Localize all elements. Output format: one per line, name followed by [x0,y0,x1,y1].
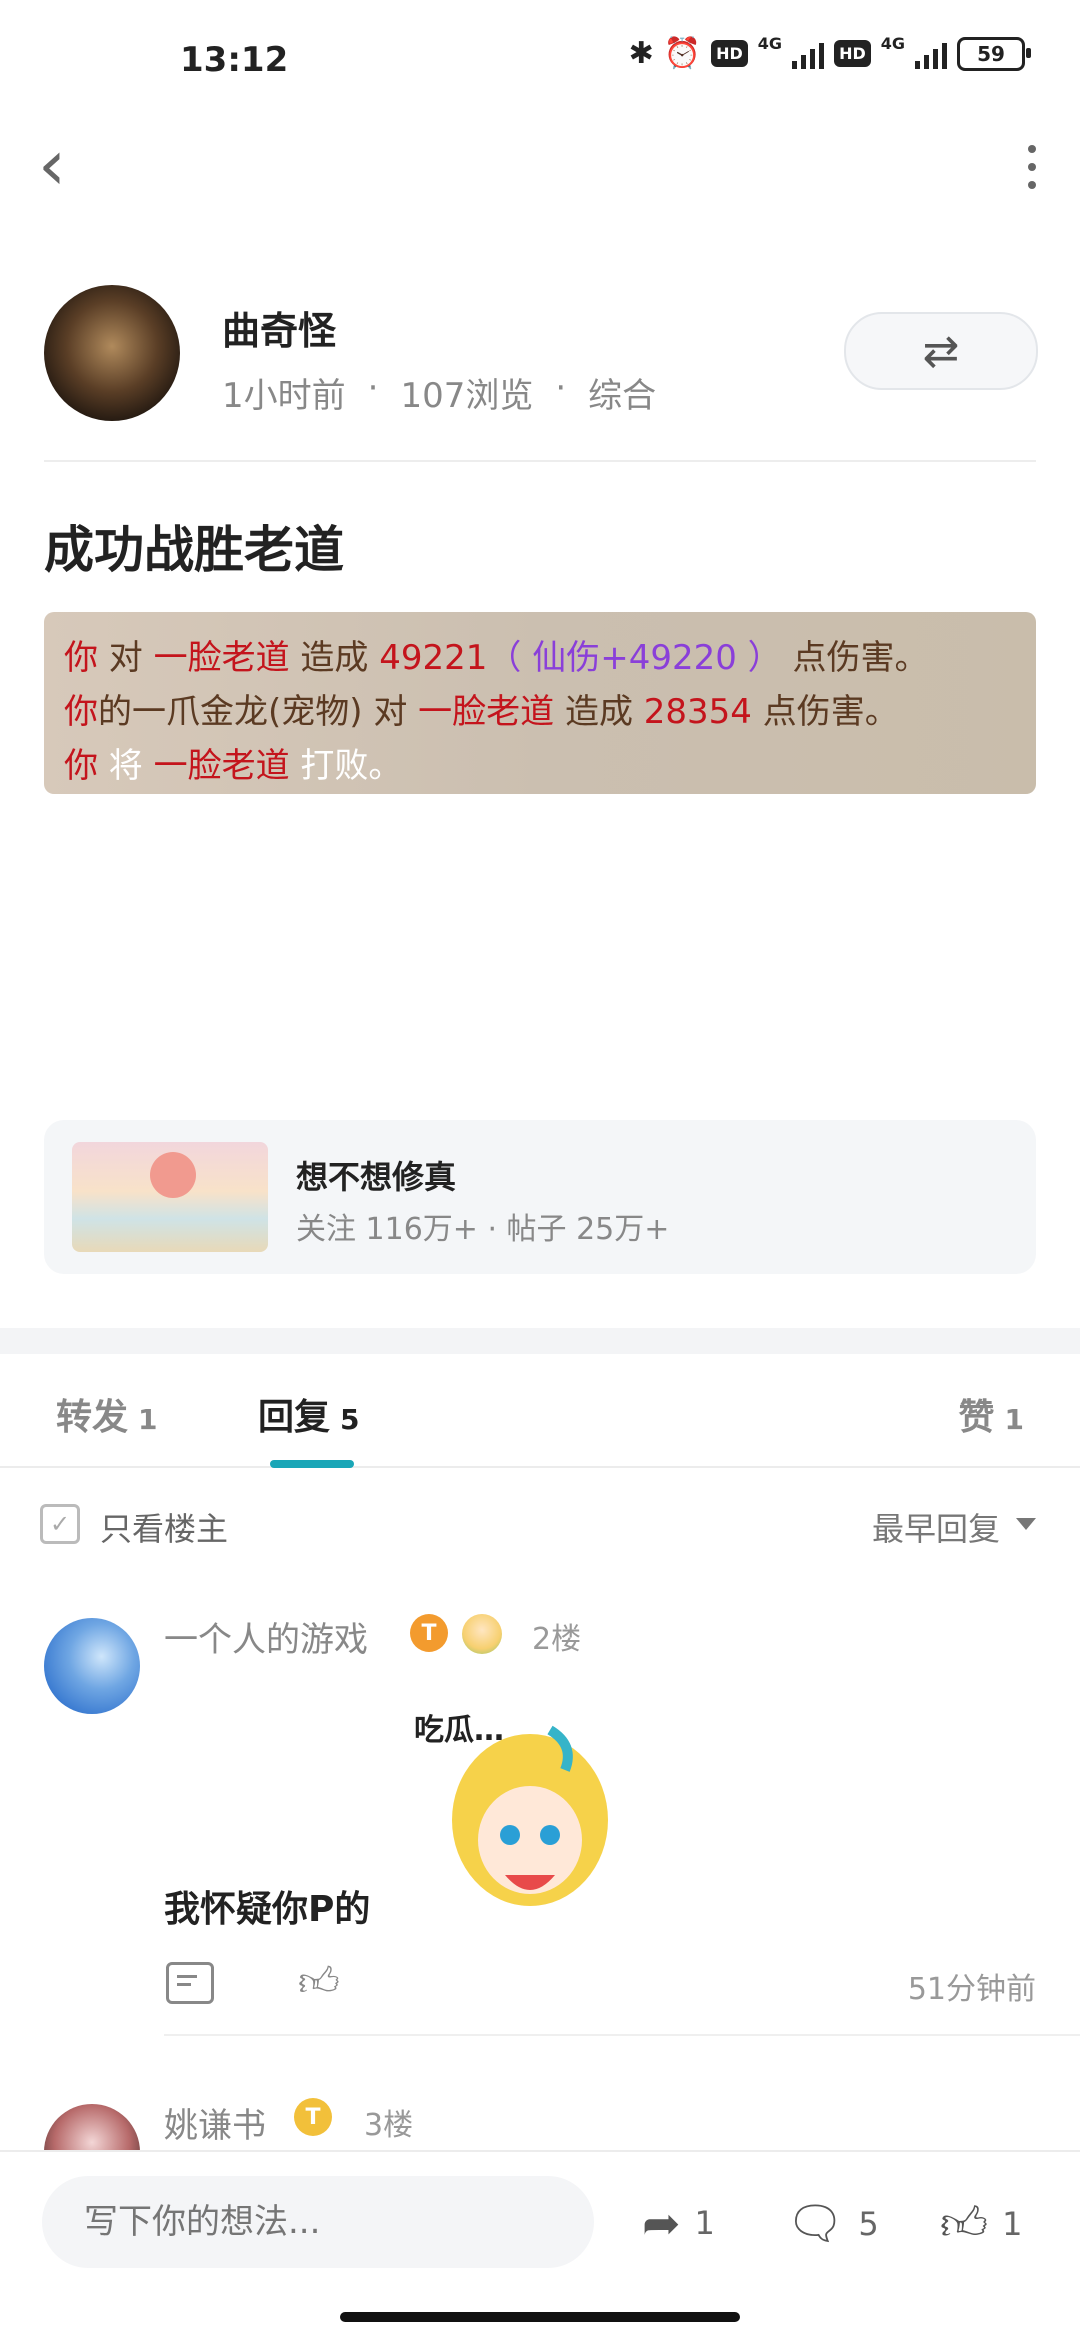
chevron-down-icon[interactable] [1016,1518,1036,1530]
game-log-line: 你 将 一脸老道 打败。 [64,746,403,786]
section-separator [0,1328,1080,1354]
swap-icon: ⇄ [922,325,960,377]
battery-icon: 59 [957,36,1031,71]
floor-number: 3楼 [364,2108,414,2143]
game-log-line: 你 对 一脸老道 造成 49221（ 仙伤+49220 ） 点伤害。 [64,638,929,678]
share-button[interactable]: ➦ 1 [642,2196,715,2250]
tab-likes[interactable]: 赞1 [959,1388,1025,1440]
divider [44,460,1036,462]
bluetooth-icon: ✱ [628,36,654,71]
switch-button[interactable]: ⇄ [844,312,1038,390]
comment-time: 51分钟前 [907,1972,1036,2007]
tab-repost[interactable]: 转发 1 [56,1388,158,1440]
topic-name: 想不想修真 [296,1158,457,1196]
tab-replies[interactable]: 回复 5 [258,1388,360,1440]
hd-badge: HD [834,40,871,67]
game-log-line: 你的一爪金龙(宠物) 对 一脸老道 造成 28354 点伤害。 [64,692,899,732]
signal-icon [792,39,825,69]
divider [164,2034,1080,2036]
divider [0,1466,1080,1468]
home-indicator[interactable] [340,2312,740,2322]
topic-stats: 关注 116万+ · 帖子 25万+ [296,1212,670,1247]
thumbs-up-icon: 👍︎ [940,2196,989,2250]
commenter-avatar[interactable] [44,1618,140,1714]
reply-icon[interactable] [166,1962,214,2004]
topic-card[interactable]: 想不想修真 关注 116万+ · 帖子 25万+ [44,1120,1036,1274]
share-icon: ➦ [642,2196,681,2250]
post-views: 107浏览 [400,376,534,416]
post-time: 1小时前 [222,376,346,416]
comment-text: 我怀疑你P的 [164,1889,371,1930]
author-avatar[interactable] [44,285,180,421]
tab-indicator [270,1460,354,1468]
network-label: 4G [880,34,905,53]
like-button[interactable]: 👍︎ 1 [940,2196,1022,2252]
network-label: 4G [757,34,783,53]
sticker-text: 吃瓜… [414,1713,504,1748]
post-category[interactable]: 综合 [588,368,656,417]
status-icons: ✱ ⏰ HD 4G HD 4G 59 [628,34,1031,71]
floor-number: 2楼 [532,1622,582,1657]
commenter-name[interactable]: 一个人的游戏 [164,1612,368,1661]
back-icon[interactable]: ‹ [38,130,66,200]
status-time: 13:12 [180,40,289,80]
topic-thumbnail [72,1142,268,1252]
more-icon[interactable] [1026,145,1038,189]
sticker-image[interactable]: 吃瓜… [400,1690,630,1920]
signal-icon [915,39,947,69]
author-name[interactable]: 曲奇怪 [222,300,336,355]
thumbs-up-icon[interactable]: 👍︎ [298,1958,340,2006]
post-image[interactable]: 你 对 一脸老道 造成 49221（ 仙伤+49220 ） 点伤害。 你的一爪金… [44,612,1036,794]
comment-icon: 🗨︎ [786,2196,845,2250]
level-badge: T [410,1614,448,1652]
post-meta: 1小时前 · 107浏览 · 综合 [222,368,657,417]
only-host-checkbox[interactable]: ✓ [40,1504,80,1544]
comment-input[interactable] [42,2176,594,2268]
commenter-name[interactable]: 姚谦书 [164,2098,266,2147]
post-title: 成功战胜老道 [44,521,344,579]
level-badge: T [294,2098,332,2136]
hd-badge: HD [711,40,748,67]
sort-dropdown[interactable]: 最早回复 [872,1504,1000,1550]
comment-button[interactable]: 🗨︎ 5 [786,2196,879,2251]
only-host-label[interactable]: 只看楼主 [100,1504,228,1550]
user-badge-icon [462,1614,502,1654]
alarm-icon: ⏰ [663,36,702,71]
